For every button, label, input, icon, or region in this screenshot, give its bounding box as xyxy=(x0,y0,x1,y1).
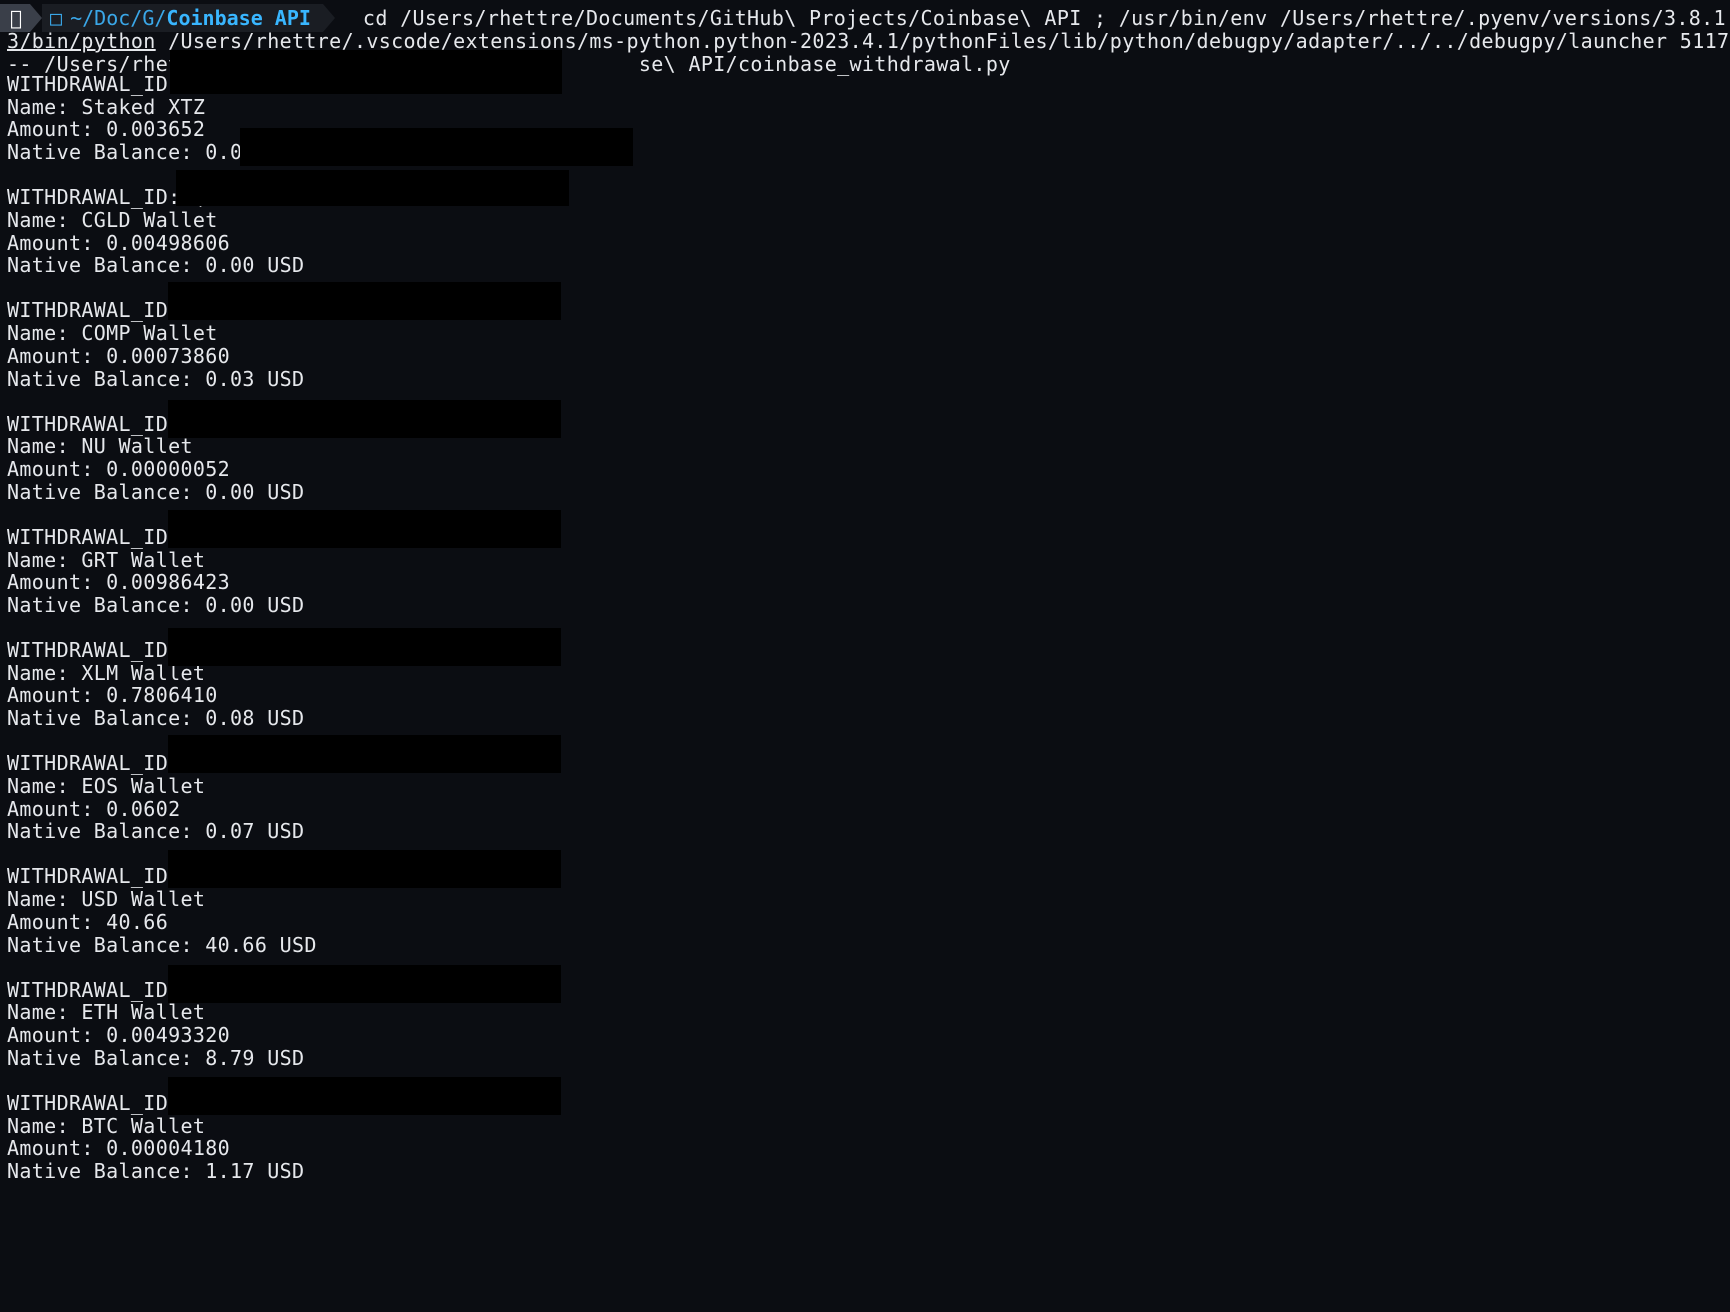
powerline-separator xyxy=(322,4,335,32)
python-path-link[interactable]: 3/bin/python xyxy=(7,29,156,53)
record-amount-line: Amount: 0.00498606 xyxy=(7,230,231,255)
record-native-balance-line: Native Balance: 0.08 USD xyxy=(7,706,305,731)
withdrawal-id-line: WITHDRAWAL_ID: xyxy=(7,978,180,1003)
shell-prompt:  □ ~/Doc/G/Coinbase API cd /Users/rhett… xyxy=(0,4,1726,32)
record-amount-line: Amount: 0.7806410 xyxy=(7,683,218,708)
withdrawal-id-line: WITHDRAWAL_ID: xyxy=(7,72,180,97)
redaction-box xyxy=(168,850,561,888)
redaction-box xyxy=(168,965,561,1003)
terminal-window[interactable]:  □ ~/Doc/G/Coinbase API cd /Users/rhett… xyxy=(0,0,1730,1312)
record-name-line: Name: NU Wallet xyxy=(7,434,193,459)
redaction-box xyxy=(168,628,561,666)
prompt-path-prefix: ~/Doc/G/ xyxy=(58,6,166,30)
record-amount-line: Amount: 0.00986423 xyxy=(7,570,231,595)
command-line-1: cd /Users/rhettre/Documents/GitHub\ Proj… xyxy=(350,6,1726,30)
withdrawal-id-label: WITHDRAWAL_ID: xyxy=(7,411,181,436)
withdrawal-id-label: WITHDRAWAL_ID: xyxy=(7,72,181,96)
prompt-path-current: Coinbase API xyxy=(154,6,311,30)
apple-icon:  xyxy=(10,6,22,30)
record-amount-line: Amount: 0.0602 xyxy=(7,796,181,821)
withdrawal-id-line: WITHDRAWAL_ID: xyxy=(7,298,180,323)
record-native-balance-line: Native Balance: 1.17 USD xyxy=(7,1158,305,1183)
record-amount-line: Amount: 0.00073860 xyxy=(7,343,231,368)
prompt-directory-segment: □ ~/Doc/G/Coinbase API xyxy=(42,4,323,32)
withdrawal-id-label: WITHDRAWAL_ID: xyxy=(7,298,181,323)
withdrawal-id-line: WITHDRAWAL_ID: xyxy=(7,638,180,663)
record-native-balance-line: Native Balance: 40.66 USD xyxy=(7,932,317,957)
redaction-box xyxy=(240,128,633,166)
record-amount-line: Amount: 40.66 xyxy=(7,909,169,934)
record-name-line: Name: GRT Wallet xyxy=(7,547,206,572)
withdrawal-id-label: WITHDRAWAL_ID: xyxy=(7,185,181,210)
record-amount-line: Amount: 0.00493320 xyxy=(7,1023,231,1047)
record-name-line: Name: Staked XTZ xyxy=(7,94,206,119)
redaction-box xyxy=(168,400,561,438)
withdrawal-id-label: WITHDRAWAL_ID: xyxy=(7,524,181,549)
command-line-3-end: se\ API/coinbase_withdrawal.py xyxy=(638,52,1011,76)
record-native-balance-line: Native Balance: 0.07 USD xyxy=(7,819,305,844)
redaction-box xyxy=(168,282,561,320)
withdrawal-id-line: WITHDRAWAL_ID: xyxy=(7,864,180,889)
record-name-line: Name: BTC Wallet xyxy=(7,1113,206,1138)
redaction-box xyxy=(170,50,562,94)
record-native-balance-line: Native Balance: 0.00 l xyxy=(7,140,280,165)
withdrawal-id-line: WITHDRAWAL_ID: xyxy=(7,525,180,550)
record-amount-line: Amount: 0.00004180 xyxy=(7,1136,231,1161)
redaction-box xyxy=(168,510,561,548)
withdrawal-id-label: WITHDRAWAL_ID: xyxy=(7,1090,181,1115)
record-amount-line: Amount: 0.00000052 xyxy=(7,457,231,481)
redaction-box xyxy=(168,1077,561,1115)
prompt-os-segment:  xyxy=(0,4,31,32)
record-native-balance-line: Native Balance: 0.00 USD xyxy=(7,253,305,278)
withdrawal-id-line: WITHDRAWAL_ID: xyxy=(7,412,180,437)
record-name-line: Name: USD Wallet xyxy=(7,887,206,912)
folder-icon: □ xyxy=(38,6,62,30)
withdrawal-id-label: WITHDRAWAL_ID: xyxy=(7,751,181,776)
record-name-line: Name: COMP Wallet xyxy=(7,321,218,346)
powerline-separator xyxy=(30,4,43,32)
record-name-line: Name: EOS Wallet xyxy=(7,773,206,798)
record-native-balance-line: Native Balance: 0.03 USD xyxy=(7,366,305,391)
record-name-line: Name: CGLD Wallet xyxy=(7,207,218,232)
record-native-balance-line: Native Balance: 8.79 USD xyxy=(7,1045,305,1070)
withdrawal-id-label: WITHDRAWAL_ID: xyxy=(7,977,181,1002)
redaction-box xyxy=(176,170,569,206)
record-native-balance-line: Native Balance: 0.00 USD xyxy=(7,592,305,617)
record-native-balance-line: Native Balance: 0.00 USD xyxy=(7,479,305,504)
record-amount-line: Amount: 0.003652 xyxy=(7,117,206,142)
record-name-line: Name: ETH Wallet xyxy=(7,1000,206,1025)
withdrawal-id-line: WITHDRAWAL_ID: xyxy=(7,751,180,776)
withdrawal-id-label: WITHDRAWAL_ID: xyxy=(7,864,181,889)
redaction-box xyxy=(168,735,561,773)
withdrawal-id-label: WITHDRAWAL_ID: xyxy=(7,638,181,662)
withdrawal-id-line: WITHDRAWAL_ID: xyxy=(7,1091,180,1116)
